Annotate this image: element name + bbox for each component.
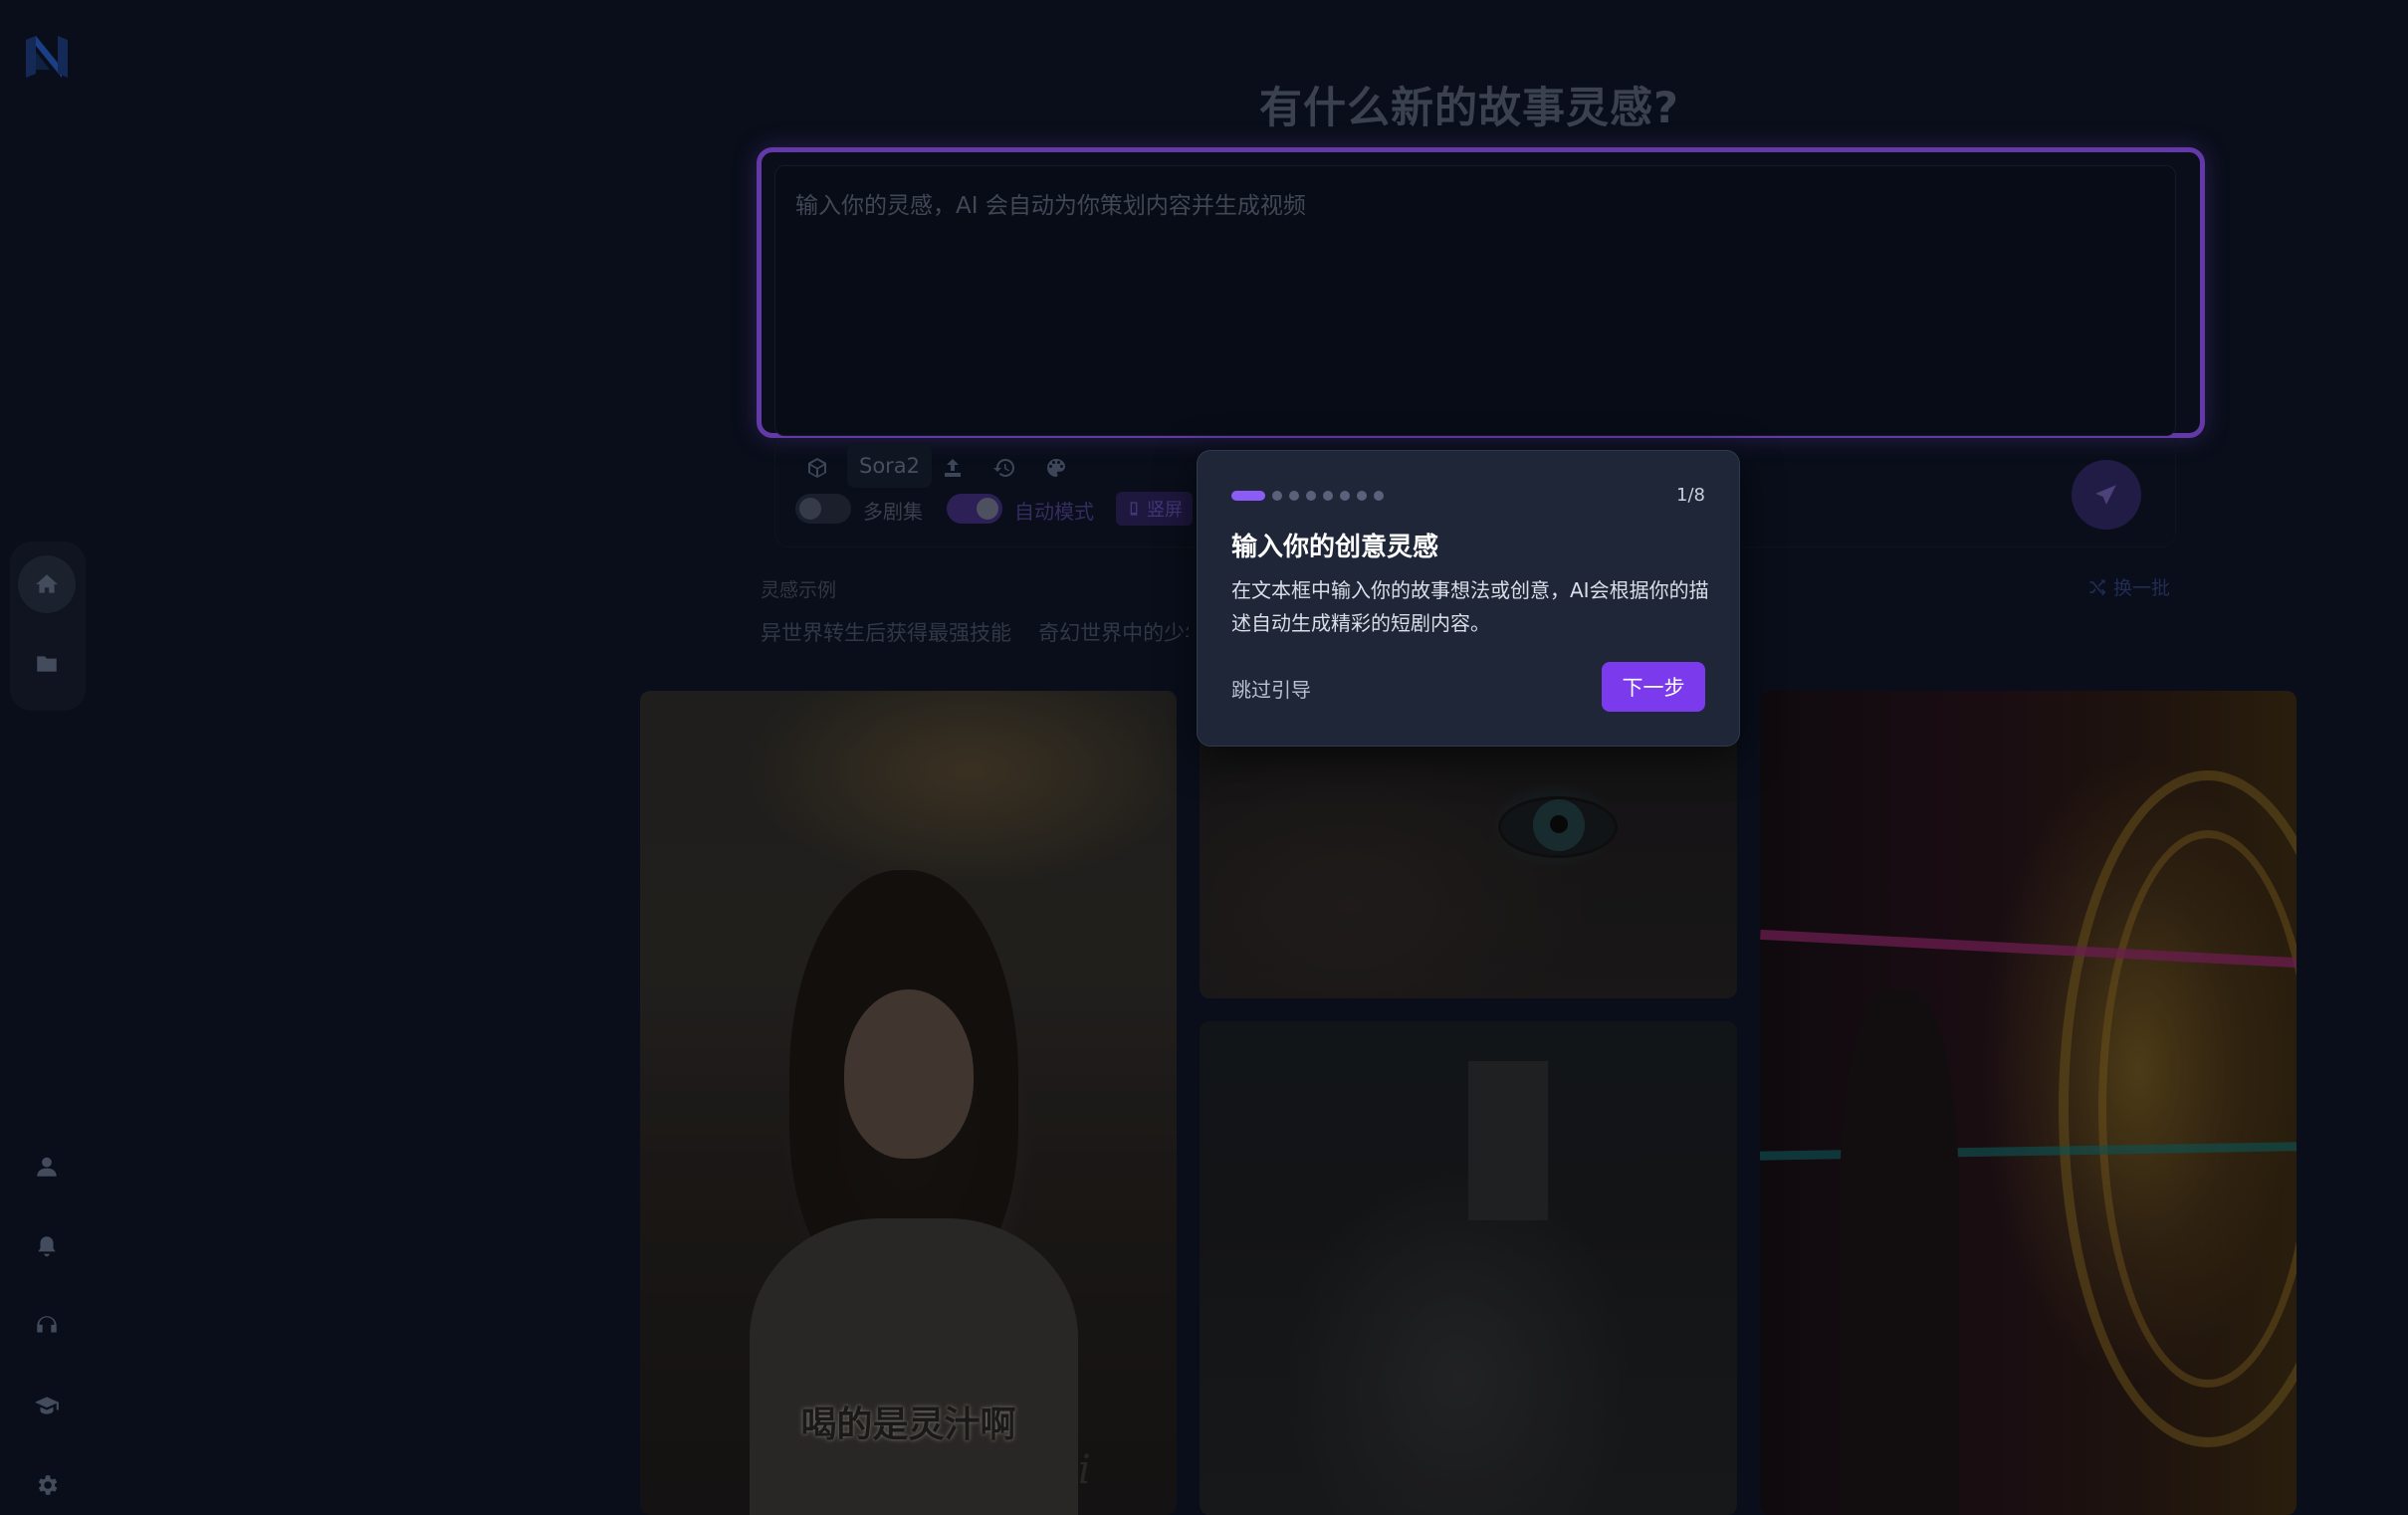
skip-guide-button[interactable]: 跳过引导: [1231, 674, 1311, 703]
inspiration-label: 灵感示例: [761, 579, 837, 601]
home-nav-button[interactable]: [18, 555, 76, 613]
projects-nav-button[interactable]: [18, 635, 76, 693]
next-step-button[interactable]: 下一步: [1602, 662, 1705, 712]
video-caption: 喝的是灵汁啊: [800, 1405, 1016, 1445]
onboarding-tooltip: 1/8 输入你的创意灵感 在文本框中输入你的故事想法或创意，AI会根据你的描述自…: [1197, 450, 1740, 747]
auto-mode-toggle[interactable]: [947, 494, 1002, 524]
gallery-card[interactable]: 喝的是灵汁啊 Awuli: [640, 691, 1177, 1515]
card-art: [844, 989, 974, 1159]
home-icon: [36, 574, 58, 593]
card-art: [1550, 815, 1568, 833]
tutorial-button[interactable]: [27, 1386, 67, 1425]
prompt-input[interactable]: [775, 166, 2175, 435]
multi-episode-toggle[interactable]: [795, 494, 851, 524]
style-button[interactable]: [1036, 448, 1076, 488]
gallery-card[interactable]: [1200, 1021, 1737, 1515]
history-icon: [993, 458, 1015, 477]
settings-button[interactable]: [27, 1465, 67, 1505]
upload-button[interactable]: [933, 448, 973, 488]
example-item[interactable]: 异世界转生后获得最强技能: [761, 621, 1011, 645]
history-button[interactable]: [985, 448, 1024, 488]
user-icon: [37, 1157, 57, 1177]
step-dot: [1231, 491, 1265, 501]
example-list: 异世界转生后获得最强技能 奇幻世界中的少年与: [761, 617, 1189, 647]
card-art: [1840, 989, 1959, 1515]
upload-icon: [945, 459, 961, 477]
refresh-examples-button[interactable]: 换一批: [2087, 573, 2170, 600]
signature-watermark: Awuli: [979, 1447, 1091, 1493]
multi-episode-label: 多剧集: [863, 500, 923, 524]
folder-icon: [37, 656, 57, 672]
logo-icon[interactable]: [22, 32, 72, 82]
example-item[interactable]: 奇幻世界中的少年与: [1038, 621, 1189, 645]
bell-icon: [38, 1236, 56, 1257]
step-dot: [1306, 491, 1316, 501]
cube-icon: [808, 458, 826, 478]
app-root: 有什么新的故事灵感? Sora2 多剧集 自动模式 竖屏 灵感示: [0, 0, 2408, 1515]
send-icon: [2095, 485, 2116, 505]
guide-description: 在文本框中输入你的故事想法或创意，AI会根据你的描述自动生成精彩的短剧内容。: [1231, 578, 1709, 635]
shuffle-icon: [2089, 579, 2106, 595]
step-dot: [1323, 491, 1333, 501]
gallery-card[interactable]: [1760, 691, 2297, 1515]
step-progress: [1231, 491, 1384, 501]
card-art: [1468, 1061, 1548, 1220]
orientation-label: 竖屏: [1147, 500, 1183, 521]
profile-button[interactable]: [27, 1147, 67, 1187]
notifications-button[interactable]: [27, 1226, 67, 1266]
step-counter: 1/8: [1676, 485, 1705, 506]
graduation-cap-icon: [35, 1397, 59, 1414]
step-dot: [1340, 491, 1350, 501]
prompt-box: [774, 165, 2176, 436]
model-selector-button[interactable]: [797, 448, 837, 488]
model-chip[interactable]: Sora2: [847, 444, 933, 488]
gear-icon: [38, 1475, 58, 1495]
send-button[interactable]: [2072, 460, 2141, 530]
support-button[interactable]: [27, 1306, 67, 1346]
step-dot: [1374, 491, 1384, 501]
auto-mode-label: 自动模式: [1014, 500, 1094, 524]
sidebar: [0, 0, 92, 1515]
orientation-chip[interactable]: 竖屏: [1116, 492, 1193, 526]
step-dot: [1272, 491, 1282, 501]
step-dot: [1289, 491, 1299, 501]
headset-icon: [37, 1316, 57, 1333]
phone-icon: [1130, 502, 1138, 516]
page-title: 有什么新的故事灵感?: [1259, 84, 1679, 133]
guide-title: 输入你的创意灵感: [1231, 533, 1439, 562]
palette-icon: [1047, 459, 1065, 477]
step-dot: [1357, 491, 1367, 501]
refresh-label: 换一批: [2113, 577, 2171, 599]
